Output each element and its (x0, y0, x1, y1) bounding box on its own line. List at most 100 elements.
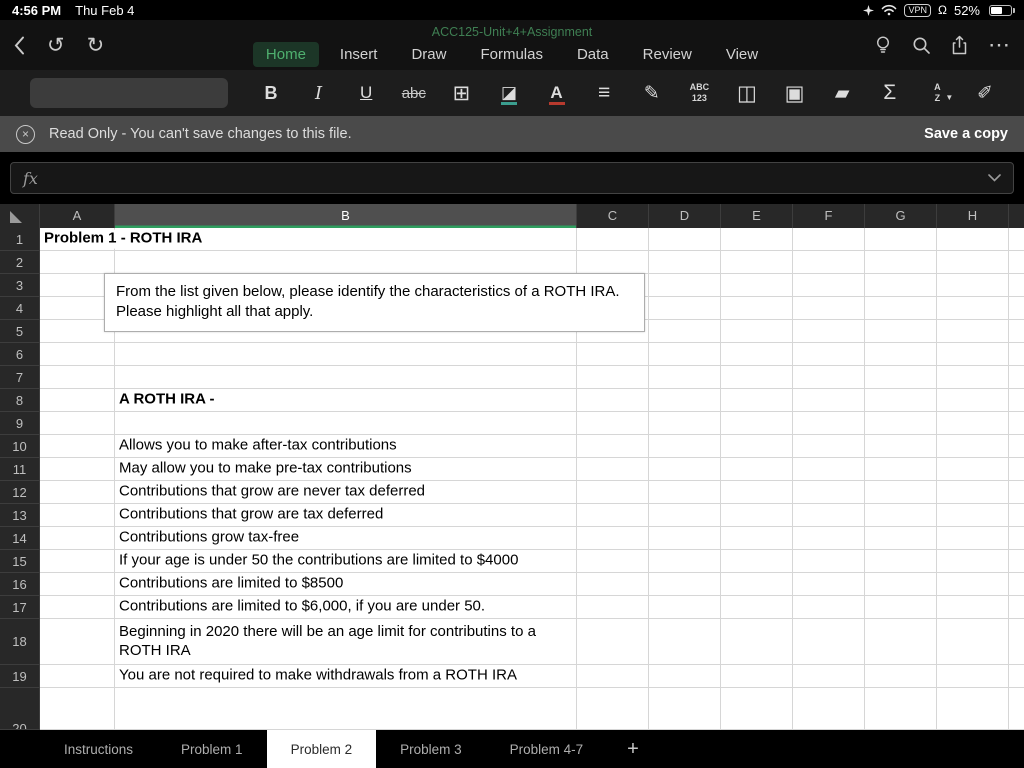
ribbon-tab-draw[interactable]: Draw (398, 42, 459, 67)
cell-B8[interactable]: A ROTH IRA - (115, 389, 577, 412)
cell-E5[interactable] (721, 320, 793, 343)
cell-F18[interactable] (793, 619, 865, 665)
row-header-6[interactable]: 6 (0, 343, 40, 366)
cell-C1[interactable] (577, 228, 649, 251)
dismiss-banner-icon[interactable]: × (16, 124, 35, 144)
cell-H6[interactable] (937, 343, 1009, 366)
cell-H10[interactable] (937, 435, 1009, 458)
cell-E13[interactable] (721, 504, 793, 527)
formula-expand-icon[interactable] (988, 174, 1001, 182)
cell-D11[interactable] (649, 458, 721, 481)
cell-H19[interactable] (937, 665, 1009, 688)
cell-G19[interactable] (865, 665, 937, 688)
cell-B17[interactable]: Contributions are limited to $6,000, if … (115, 596, 577, 619)
cell-E20[interactable] (721, 688, 793, 730)
share-icon[interactable] (951, 35, 968, 55)
cell-D13[interactable] (649, 504, 721, 527)
align-icon[interactable]: ≡ (587, 73, 621, 113)
cell-H4[interactable] (937, 297, 1009, 320)
row-header-7[interactable]: 7 (0, 366, 40, 389)
cell-H2[interactable] (937, 251, 1009, 274)
cell-G20[interactable] (865, 688, 937, 730)
cell-A14[interactable] (40, 527, 115, 550)
row-header-12[interactable]: 12 (0, 481, 40, 504)
ribbon-tab-review[interactable]: Review (630, 42, 705, 67)
sheet-tab-problem-4-7[interactable]: Problem 4-7 (486, 730, 608, 768)
cell-F16[interactable] (793, 573, 865, 596)
row-header-4[interactable]: 4 (0, 297, 40, 320)
search-icon[interactable] (912, 36, 931, 55)
ribbon-tab-formulas[interactable]: Formulas (467, 42, 556, 67)
cell-G12[interactable] (865, 481, 937, 504)
cell-C18[interactable] (577, 619, 649, 665)
cell-G17[interactable] (865, 596, 937, 619)
cell-H7[interactable] (937, 366, 1009, 389)
cell-H5[interactable] (937, 320, 1009, 343)
cell-H14[interactable] (937, 527, 1009, 550)
cell-H8[interactable] (937, 389, 1009, 412)
cell-A18[interactable] (40, 619, 115, 665)
cell-E19[interactable] (721, 665, 793, 688)
cell-B14[interactable]: Contributions grow tax-free (115, 527, 577, 550)
cell-E7[interactable] (721, 366, 793, 389)
column-header-a[interactable]: A (40, 204, 115, 228)
cell-F11[interactable] (793, 458, 865, 481)
save-a-copy-button[interactable]: Save a copy (924, 126, 1008, 142)
cell-E17[interactable] (721, 596, 793, 619)
cell-G13[interactable] (865, 504, 937, 527)
cell-E15[interactable] (721, 550, 793, 573)
cell-D4[interactable] (649, 297, 721, 320)
ribbon-tab-data[interactable]: Data (564, 42, 622, 67)
cell-C17[interactable] (577, 596, 649, 619)
cell-E11[interactable] (721, 458, 793, 481)
cell-H11[interactable] (937, 458, 1009, 481)
cell-A13[interactable] (40, 504, 115, 527)
cell-G16[interactable] (865, 573, 937, 596)
cell-C15[interactable] (577, 550, 649, 573)
cell-D16[interactable] (649, 573, 721, 596)
italic-icon[interactable]: I (302, 73, 336, 113)
cell-D6[interactable] (649, 343, 721, 366)
font-color-icon[interactable]: A (540, 73, 574, 113)
cell-D9[interactable] (649, 412, 721, 435)
sort-filter-icon[interactable]: A Z ▼ (920, 73, 954, 113)
cell-B15[interactable]: If your age is under 50 the contribution… (115, 550, 577, 573)
sheet-tab-instructions[interactable]: Instructions (40, 730, 157, 768)
cell-C20[interactable] (577, 688, 649, 730)
cell-H3[interactable] (937, 274, 1009, 297)
back-button[interactable] (14, 36, 25, 55)
cell-F14[interactable] (793, 527, 865, 550)
cell-G3[interactable] (865, 274, 937, 297)
cell-C7[interactable] (577, 366, 649, 389)
cell-B6[interactable] (115, 343, 577, 366)
cell-A2[interactable] (40, 251, 115, 274)
cell-H15[interactable] (937, 550, 1009, 573)
cell-G4[interactable] (865, 297, 937, 320)
row-header-10[interactable]: 10 (0, 435, 40, 458)
cell-E6[interactable] (721, 343, 793, 366)
cell-A7[interactable] (40, 366, 115, 389)
cell-B7[interactable] (115, 366, 577, 389)
cell-E9[interactable] (721, 412, 793, 435)
cell-G11[interactable] (865, 458, 937, 481)
cell-F6[interactable] (793, 343, 865, 366)
row-header-17[interactable]: 17 (0, 596, 40, 619)
cell-H1[interactable] (937, 228, 1009, 251)
cell-A9[interactable] (40, 412, 115, 435)
merge-cells-icon[interactable]: ▣ (778, 73, 812, 113)
cell-C12[interactable] (577, 481, 649, 504)
cell-D1[interactable] (649, 228, 721, 251)
cell-A12[interactable] (40, 481, 115, 504)
number-format-icon[interactable]: ABC 123 (682, 73, 716, 113)
cell-E10[interactable] (721, 435, 793, 458)
cell-C11[interactable] (577, 458, 649, 481)
cell-B16[interactable]: Contributions are limited to $8500 (115, 573, 577, 596)
cell-F9[interactable] (793, 412, 865, 435)
cell-C19[interactable] (577, 665, 649, 688)
cell-A8[interactable] (40, 389, 115, 412)
cell-styles-icon[interactable]: ✎ (635, 73, 669, 113)
cell-F10[interactable] (793, 435, 865, 458)
cell-F13[interactable] (793, 504, 865, 527)
column-header-g[interactable]: G (865, 204, 937, 228)
cell-H18[interactable] (937, 619, 1009, 665)
